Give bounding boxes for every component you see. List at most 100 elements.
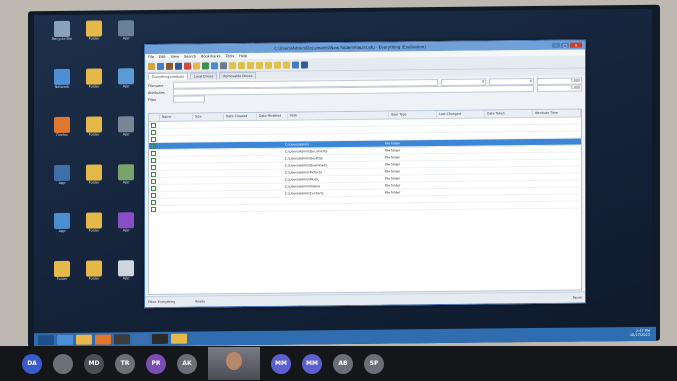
menu-item-edit[interactable]: Edit [159, 55, 166, 59]
column-header[interactable]: Date Taken [485, 110, 533, 118]
desktop-icon[interactable]: Folder [76, 260, 112, 281]
desktop-icon[interactable]: App [108, 164, 144, 185]
taskbar-app-icon[interactable] [76, 334, 92, 345]
menu-item-search[interactable]: Search [184, 55, 196, 59]
row-checkbox[interactable] [149, 171, 159, 177]
desktop-icon[interactable]: Folder [76, 164, 112, 185]
toolbar-icon[interactable] [193, 62, 200, 70]
desktop-icon[interactable]: Recycle Bin [44, 20, 80, 42]
column-header[interactable]: Date Created [224, 112, 257, 121]
row-checkbox[interactable] [149, 164, 159, 170]
toolbar-icon[interactable] [256, 61, 263, 69]
row-checkbox[interactable] [149, 206, 159, 212]
toolbar-icon[interactable] [301, 60, 308, 68]
tab-2[interactable]: Removable Drives [219, 71, 257, 80]
toolbar-icon[interactable] [220, 61, 227, 69]
everything-window[interactable]: C:\Users\Admin\Documents\New folder\File… [144, 39, 586, 309]
toolbar-icon[interactable] [274, 61, 281, 69]
desktop-icon[interactable]: Folder [76, 212, 112, 233]
participant-avatar[interactable]: TR [115, 353, 135, 374]
taskbar-clock[interactable]: 2:47 PM 10/17/2023 [630, 329, 650, 338]
toolbar-icon[interactable] [238, 61, 245, 69]
desktop-icon[interactable]: Folder [76, 68, 112, 89]
row-path: C:\Users\Admin [285, 142, 309, 147]
desktop-icon[interactable]: App [108, 68, 144, 89]
participant-avatar[interactable]: MM [271, 353, 291, 374]
desktop-icon[interactable]: App [44, 212, 80, 234]
maximize-button[interactable]: □ [561, 42, 569, 48]
toolbar-icon[interactable] [229, 61, 236, 69]
desktop-icon[interactable]: Firefox [44, 116, 80, 138]
toolbar-icon[interactable] [166, 62, 173, 70]
toolbar-icon[interactable] [148, 62, 155, 70]
participant-avatar[interactable]: PR [146, 353, 166, 374]
desktop-icon-image [54, 260, 70, 278]
desktop-icon[interactable]: Network [44, 68, 80, 90]
row-checkbox[interactable] [149, 129, 159, 135]
taskbar-app-icon[interactable] [152, 333, 168, 345]
desktop-icon[interactable]: Folder [76, 116, 112, 137]
row-checkbox[interactable] [149, 122, 159, 128]
toolbar-icon[interactable] [247, 61, 254, 69]
menu-item-help[interactable]: Help [239, 54, 247, 58]
participant-avatar[interactable]: DA [22, 353, 42, 374]
column-header[interactable]: Size [193, 113, 224, 121]
desktop-icon[interactable]: App [108, 20, 144, 41]
desktop-icon[interactable]: Folder [44, 260, 80, 282]
row-attr-time [524, 142, 581, 143]
tab-0[interactable]: Everything (default) [148, 72, 188, 81]
row-checkbox[interactable] [149, 178, 159, 184]
taskbar-app-icon[interactable] [114, 334, 130, 345]
toolbar-icon[interactable] [175, 62, 182, 70]
toolbar-icon[interactable] [265, 61, 272, 69]
menu-item-file[interactable]: File [148, 55, 154, 59]
toolbar-icon[interactable] [211, 61, 218, 69]
taskbar-app-icon[interactable] [171, 333, 187, 344]
column-header[interactable]: Name [160, 113, 193, 121]
row-checkbox[interactable] [149, 185, 159, 191]
participant-video[interactable] [208, 347, 260, 380]
column-header[interactable]: Date Modified [257, 112, 288, 120]
toolbar-icon[interactable] [292, 60, 299, 69]
participant-avatar[interactable]: SP [364, 353, 384, 374]
toolbar-icon[interactable] [202, 61, 209, 69]
tab-1[interactable]: Local Drives [189, 72, 218, 80]
participant-avatar[interactable]: MD [84, 353, 104, 374]
desktop-icon-label: App [122, 132, 130, 137]
column-header[interactable]: Path [288, 111, 389, 120]
participant-avatar[interactable]: AK [177, 353, 197, 374]
close-button[interactable]: × [570, 42, 582, 48]
row-checkbox[interactable] [149, 157, 159, 163]
results-table[interactable]: Name Size Date Created Date Modified Path Ite… [148, 108, 582, 296]
desktop-icon[interactable]: App [108, 212, 144, 233]
menu-item-view[interactable]: View [171, 55, 179, 59]
participant-avatar[interactable]: MM [302, 353, 322, 374]
desktop-icon[interactable]: App [108, 116, 144, 137]
filter-number-4[interactable]: 1,000 [537, 84, 582, 92]
menu-item-tools[interactable]: Tools [226, 54, 235, 58]
minimize-button[interactable]: – [552, 42, 560, 48]
row-checkbox[interactable] [149, 143, 159, 149]
row-checkbox[interactable] [149, 136, 159, 142]
menu-item-bookmarks[interactable]: Bookmarks [201, 54, 221, 58]
participant-avatar[interactable]: AB [333, 353, 353, 374]
desktop-icon[interactable]: Folder [76, 20, 112, 41]
taskbar-app-icon[interactable] [95, 334, 111, 345]
taskbar-app-icon[interactable] [133, 334, 149, 345]
start-button[interactable] [38, 335, 54, 346]
desktop-icon-image [118, 116, 134, 133]
row-checkbox[interactable] [149, 192, 159, 198]
column-header[interactable]: Item Type [389, 111, 437, 119]
filter-select[interactable] [173, 95, 205, 103]
column-header[interactable]: Attribute Time [533, 109, 581, 118]
participant-avatar[interactable] [53, 353, 73, 374]
toolbar-icon[interactable] [283, 61, 290, 69]
desktop-icon[interactable]: App [108, 260, 144, 281]
toolbar-icon[interactable] [157, 62, 164, 70]
taskbar-app-icon[interactable] [57, 334, 73, 346]
column-header[interactable]: Last Changed [437, 110, 485, 119]
desktop-icon[interactable]: App [44, 164, 80, 186]
row-checkbox[interactable] [149, 199, 159, 205]
row-checkbox[interactable] [149, 150, 159, 156]
toolbar-icon[interactable] [184, 62, 191, 70]
